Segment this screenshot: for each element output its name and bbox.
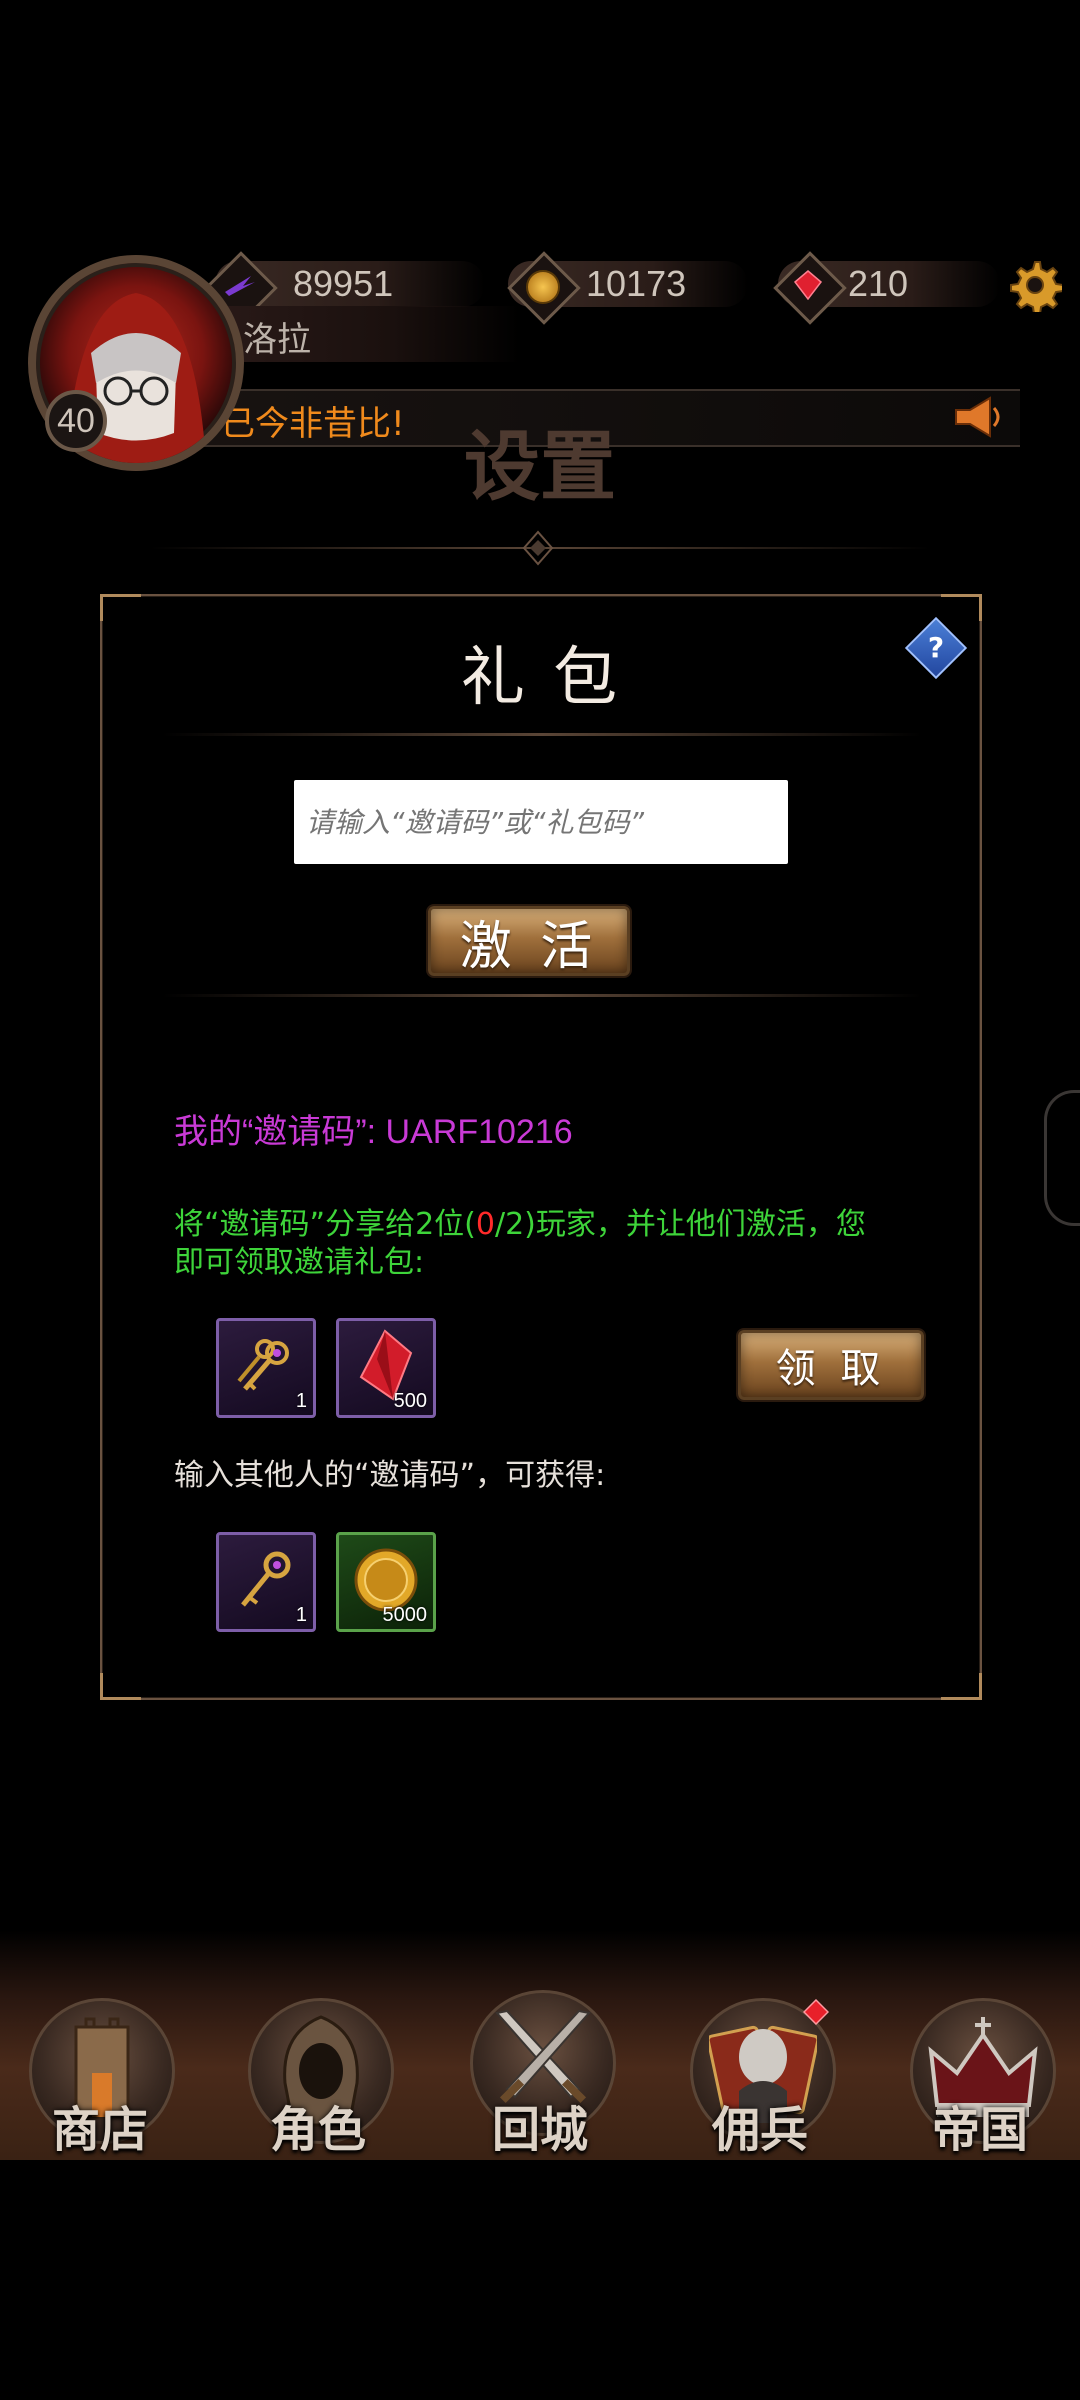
share-instructions: 将“邀请码”分享给2位(0/2)玩家，并让他们激活，您即可领取邀请礼包:: [174, 1207, 866, 1280]
reward-golden-keys[interactable]: 1: [216, 1318, 316, 1418]
nav-empire-label: 帝国: [931, 2102, 1028, 2158]
help-icon[interactable]: ?: [904, 616, 968, 680]
level-badge: 40: [45, 390, 107, 452]
reward-count: 1: [295, 1604, 307, 1626]
nav-character-label: 角色: [269, 2102, 366, 2158]
dialog-divider-2: [162, 994, 922, 997]
my-invite-code: 我的“邀请码”: UARF10216: [174, 1113, 573, 1151]
reward-count: 500: [393, 1390, 427, 1412]
nav-return-city-label: 回城: [491, 2102, 588, 2158]
side-drawer-handle[interactable]: [1044, 1090, 1080, 1226]
dialog-title: 礼 包: [460, 641, 622, 715]
page-title: 设置: [464, 422, 616, 511]
claim-button[interactable]: 领 取: [738, 1330, 924, 1400]
gift-code-input[interactable]: [294, 780, 788, 864]
player-name: 洛拉: [243, 320, 311, 360]
power-value: 89951: [293, 263, 394, 304]
reward-golden-key[interactable]: 1: [216, 1532, 316, 1632]
reward-count: 5000: [382, 1604, 428, 1626]
golden-key-icon: [241, 1551, 291, 1607]
gem-value: 210: [848, 263, 909, 304]
settings-gear-icon[interactable]: [1008, 258, 1064, 315]
ornament-icon: [520, 530, 556, 566]
gift-dialog: 礼 包 ? 激 活 我的“邀请码”: UARF10216 将“邀请码”分享给2位…: [100, 594, 982, 1700]
megaphone-icon[interactable]: [950, 390, 1004, 444]
reward-gold-coins[interactable]: 5000: [336, 1532, 436, 1632]
nav-mercenary-label: 佣兵: [711, 2102, 808, 2158]
activate-button[interactable]: 激 活: [428, 906, 630, 977]
gold-value: 10173: [586, 263, 687, 304]
red-gem-icon: [773, 251, 847, 325]
reward-count: 1: [295, 1390, 307, 1412]
gold-icon: [507, 251, 581, 325]
share-progress: 0: [475, 1207, 495, 1242]
others-code-text: 输入其他人的“邀请码”，可获得:: [174, 1458, 606, 1493]
red-notification-icon: [803, 1999, 829, 2025]
golden-keys-icon: [237, 1339, 289, 1391]
reward-red-gems[interactable]: 500: [336, 1318, 436, 1418]
dialog-divider: [162, 733, 922, 736]
nav-shop-label: 商店: [51, 2102, 148, 2158]
